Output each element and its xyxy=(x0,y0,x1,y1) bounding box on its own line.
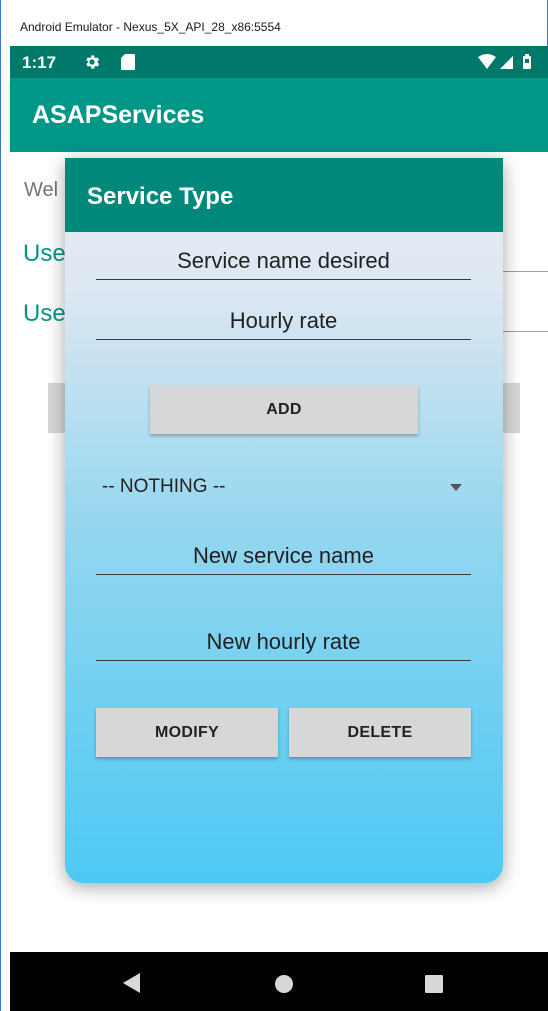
modify-button[interactable]: MODIFY xyxy=(96,708,278,757)
hourly-rate-input[interactable]: Hourly rate xyxy=(96,308,471,340)
wifi-icon xyxy=(478,54,496,69)
dialog-header: Service Type xyxy=(65,158,503,232)
username-field-underline xyxy=(500,271,548,272)
welcome-text: Wel xyxy=(24,179,59,201)
navigation-bar xyxy=(10,952,548,1011)
back-icon[interactable] xyxy=(120,972,142,994)
spinner-selected-value: -- NOTHING -- xyxy=(102,476,226,497)
app-title: ASAPServices xyxy=(32,101,205,129)
service-spinner[interactable]: -- NOTHING -- xyxy=(102,476,462,506)
service-name-input[interactable]: Service name desired xyxy=(96,248,471,280)
user-field-hint-2: Use xyxy=(23,300,66,327)
window-title: Android Emulator - Nexus_5X_API_28_x86:5… xyxy=(20,20,281,34)
window-frame xyxy=(0,46,10,1011)
username-field-hint: Use xyxy=(23,240,66,267)
new-hourly-rate-input[interactable]: New hourly rate xyxy=(96,629,471,661)
user-field-underline-2 xyxy=(500,331,548,332)
home-icon[interactable] xyxy=(274,974,294,994)
status-bar: 1:17 xyxy=(10,46,548,78)
dropdown-arrow-icon xyxy=(450,484,462,491)
status-time: 1:17 xyxy=(22,53,57,72)
app-bar: ASAPServices xyxy=(10,78,548,152)
sd-card-icon xyxy=(121,54,135,70)
new-service-name-input[interactable]: New service name xyxy=(96,543,471,575)
recents-icon[interactable] xyxy=(425,975,443,993)
dialog-title: Service Type xyxy=(87,183,234,210)
signal-icon xyxy=(500,56,513,69)
service-type-dialog: Service Type Service name desired Hourly… xyxy=(65,158,503,883)
delete-button[interactable]: DELETE xyxy=(289,708,471,757)
connectivity-icons xyxy=(478,54,531,69)
window-title-bar: Android Emulator - Nexus_5X_API_28_x86:5… xyxy=(0,0,548,46)
add-button[interactable]: ADD xyxy=(150,385,418,434)
gear-icon xyxy=(86,55,100,69)
